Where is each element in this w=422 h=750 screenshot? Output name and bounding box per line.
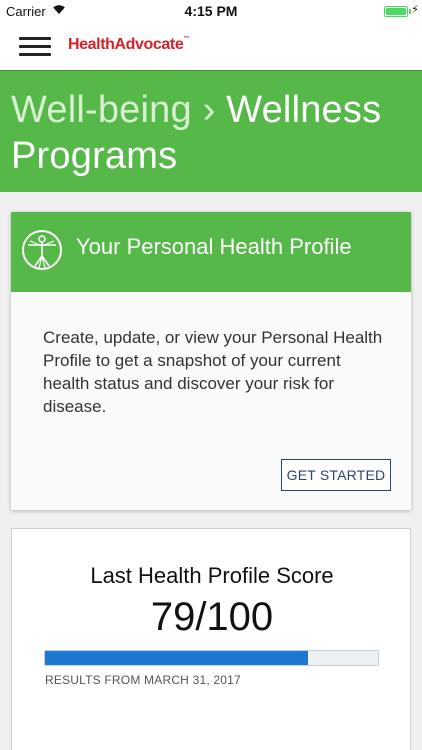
personal-health-profile-card: Your Personal Health Profile Create, upd… [11, 212, 411, 510]
logo-text: HealthAdvocate [68, 36, 184, 53]
health-score-card: Last Health Profile Score 79/100 RESULTS… [11, 528, 411, 750]
card-title: Your Personal Health Profile [76, 234, 352, 259]
trademark-mark: ™ [183, 36, 189, 42]
health-advocate-logo: HealthAdvocate™ [68, 36, 189, 54]
menu-icon[interactable] [19, 37, 51, 57]
score-title: Last Health Profile Score [90, 563, 334, 588]
score-progress-fill [45, 651, 309, 665]
status-bar: Carrier 4:15 PM ⚡ [0, 0, 422, 22]
status-time: 4:15 PM [184, 3, 238, 19]
charging-icon: ⚡ [411, 4, 419, 16]
score-value: 79/100 [150, 595, 274, 639]
score-progress-bar [44, 650, 379, 666]
page-banner: Well-being › Wellness Programs [0, 70, 422, 192]
vitruvian-man-icon [22, 230, 62, 270]
card-header: Your Personal Health Profile [11, 212, 411, 292]
page-title: Well-being › Wellness Programs [11, 87, 410, 179]
battery-icon [384, 6, 408, 17]
get-started-button[interactable]: GET STARTED [281, 459, 391, 491]
breadcrumb-well-being[interactable]: Well-being › [11, 89, 215, 131]
nav-bar: HealthAdvocate™ [0, 22, 422, 70]
results-date: RESULTS FROM MARCH 31, 2017 [45, 673, 241, 687]
card-description: Create, update, or view your Personal He… [43, 328, 383, 416]
